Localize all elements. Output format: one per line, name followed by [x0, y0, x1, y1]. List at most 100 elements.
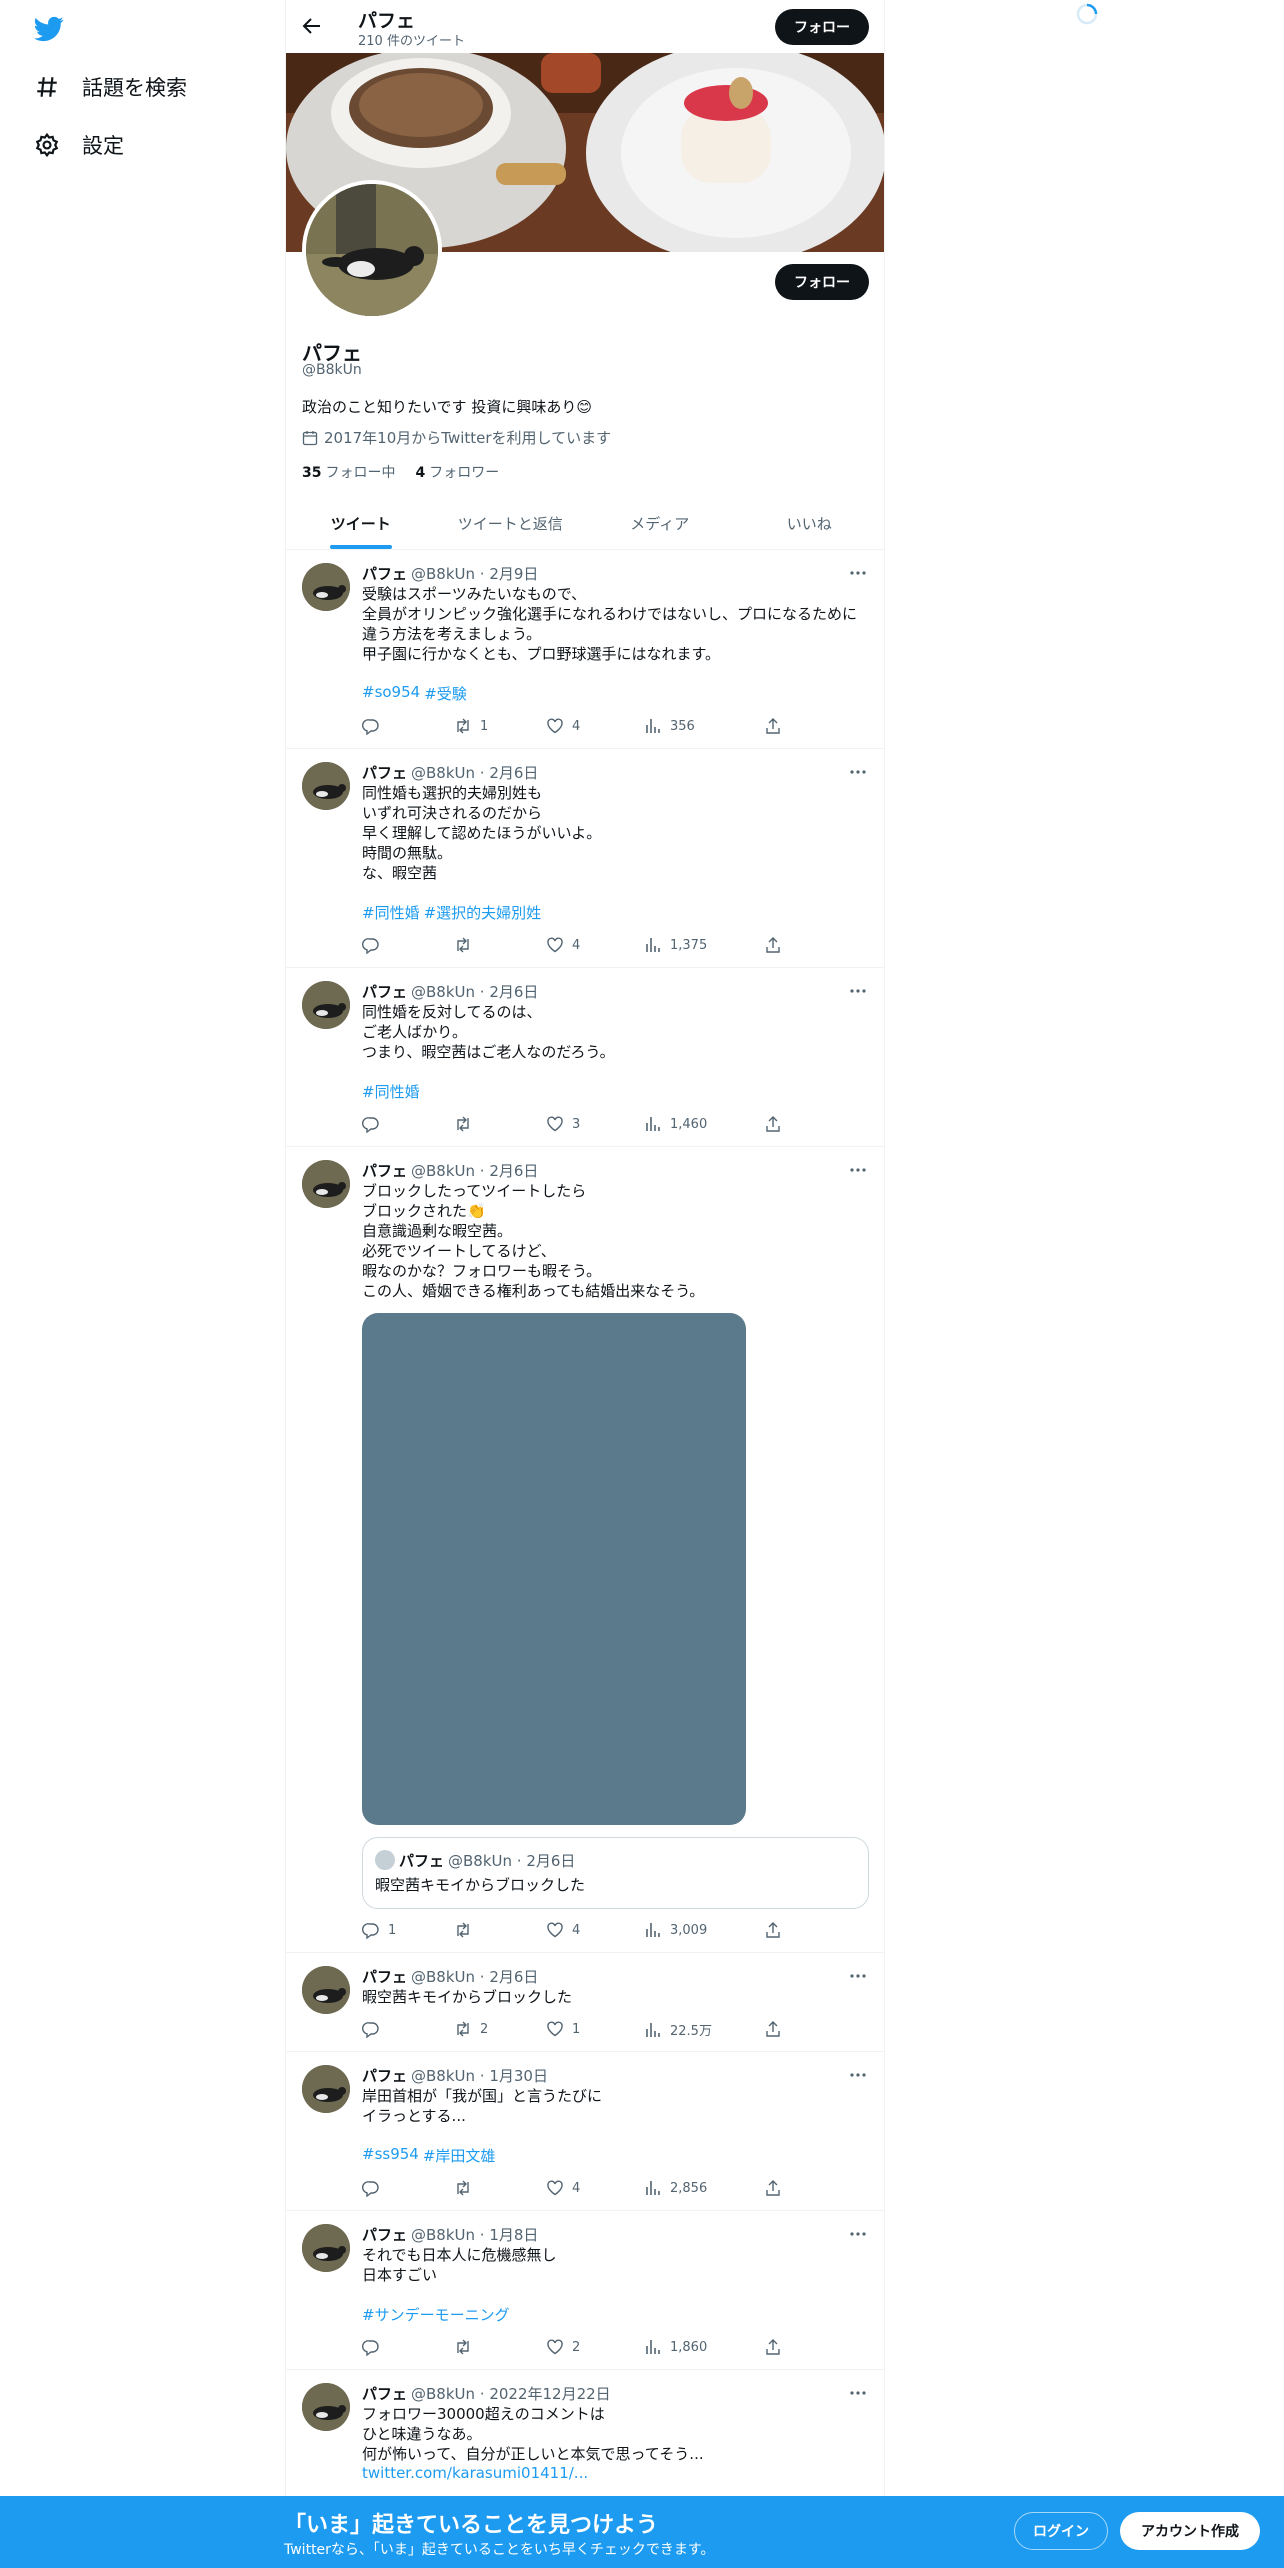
hashtag-link[interactable]: #ss954 — [362, 2145, 419, 2166]
tweet-avatar[interactable] — [302, 1160, 350, 1208]
tweet[interactable]: パフェ @B8kUn · 2月6日 同性婚を反対してるのは、 ご老人ばかり。 つま… — [286, 969, 884, 1147]
reply-button[interactable] — [362, 1115, 388, 1133]
hashtag-link[interactable]: #選択的夫婦別姓 — [424, 902, 542, 923]
retweet-button[interactable] — [454, 2179, 480, 2197]
tweet[interactable]: パフェ @B8kUn · 2月6日 暇空茜キモイからブロックした 2 1 22.5… — [286, 1954, 884, 2052]
more-icon[interactable] — [848, 563, 868, 583]
tweet-avatar[interactable] — [302, 2383, 350, 2431]
views-button[interactable]: 22.5万 — [644, 2020, 712, 2039]
share-button[interactable] — [764, 1115, 782, 1133]
tweet-author[interactable]: パフェ — [362, 2224, 407, 2245]
share-button[interactable] — [764, 936, 782, 954]
share-button[interactable] — [764, 2179, 782, 2197]
more-icon[interactable] — [848, 2065, 868, 2085]
more-icon[interactable] — [848, 762, 868, 782]
more-icon[interactable] — [848, 2224, 868, 2244]
reply-button[interactable] — [362, 2179, 388, 2197]
twitter-logo-icon[interactable] — [34, 14, 64, 44]
tweet-avatar[interactable] — [302, 762, 350, 810]
views-button[interactable]: 1,860 — [644, 2338, 707, 2356]
like-button[interactable]: 4 — [546, 717, 580, 735]
nav-settings[interactable]: 設定 — [34, 130, 124, 160]
reply-button[interactable] — [362, 2020, 388, 2038]
reply-button[interactable] — [362, 717, 388, 735]
tweet-author[interactable]: パフェ — [362, 1966, 407, 1987]
tweet-meta[interactable]: @B8kUn · 2月6日 — [411, 1160, 538, 1181]
tweet-avatar[interactable] — [302, 2065, 350, 2113]
hashtag-link[interactable]: #同性婚 — [362, 1081, 420, 1102]
more-icon[interactable] — [848, 1160, 868, 1180]
tweet-link[interactable]: twitter.com/karasumi01411/... — [362, 2464, 588, 2482]
tweet-meta[interactable]: @B8kUn · 2月6日 — [411, 1966, 538, 1987]
like-button[interactable]: 4 — [546, 1921, 580, 1939]
quoted-tweet[interactable]: パフェ @B8kUn · 2月6日 暇空茜キモイからブロックした — [362, 1837, 869, 1909]
tweet[interactable]: パフェ @B8kUn · 1月8日 それでも日本人に危機感無し 日本すごい #サン… — [286, 2212, 884, 2370]
retweet-button[interactable] — [454, 1921, 480, 1939]
hashtag-link[interactable]: #同性婚 — [362, 902, 420, 923]
following-link[interactable]: 35 フォロー中 — [302, 462, 395, 482]
tweet[interactable]: パフェ @B8kUn · 2月6日 同性婚も選択的夫婦別姓も いずれ可決されるのだ… — [286, 750, 884, 968]
tweet-author[interactable]: パフェ — [362, 762, 407, 783]
share-button[interactable] — [764, 2338, 782, 2356]
views-button[interactable]: 2,856 — [644, 2179, 707, 2197]
tweet-avatar[interactable] — [302, 2224, 350, 2272]
tweet-author[interactable]: パフェ — [362, 1160, 407, 1181]
signup-button[interactable]: アカウント作成 — [1120, 2512, 1260, 2550]
login-button[interactable]: ログイン — [1014, 2512, 1108, 2550]
retweet-button[interactable] — [454, 2338, 480, 2356]
views-button[interactable]: 356 — [644, 717, 695, 735]
tweet-author[interactable]: パフェ — [362, 2383, 407, 2404]
like-button[interactable]: 2 — [546, 2338, 580, 2356]
hashtag-link[interactable]: #サンデーモーニング — [362, 2304, 510, 2325]
tab-media[interactable]: メディア — [585, 497, 735, 549]
back-arrow-icon[interactable] — [300, 14, 324, 38]
tweet-author[interactable]: パフェ — [362, 981, 407, 1002]
tweet-meta[interactable]: @B8kUn · 2022年12月22日 — [411, 2383, 611, 2404]
retweet-button[interactable]: 2 — [454, 2020, 488, 2038]
tweet[interactable]: パフェ @B8kUn · 1月30日 岸田首相が「我が国」と言うたびに イラっとす… — [286, 2053, 884, 2211]
retweet-button[interactable] — [454, 1115, 480, 1133]
tweet-meta[interactable]: @B8kUn · 2月6日 — [411, 762, 538, 783]
tweet-avatar[interactable] — [302, 981, 350, 1029]
followers-link[interactable]: 4 フォロワー — [415, 462, 499, 482]
tweet-avatar[interactable] — [302, 1966, 350, 2014]
tweet-meta[interactable]: @B8kUn · 1月8日 — [411, 2224, 538, 2245]
tweet-author[interactable]: パフェ — [362, 2065, 407, 2086]
tab-likes[interactable]: いいね — [735, 497, 885, 549]
tweet[interactable]: パフェ @B8kUn · 2月9日 受験はスポーツみたいなもので、 全員がオリンピ… — [286, 551, 884, 749]
tweet-media[interactable] — [362, 1313, 746, 1825]
header-follow-button[interactable]: フォロー — [775, 9, 869, 45]
reply-button[interactable] — [362, 2338, 388, 2356]
tweet-meta[interactable]: @B8kUn · 2月6日 — [411, 981, 538, 1002]
tab-tweets[interactable]: ツイート — [286, 497, 436, 549]
more-icon[interactable] — [848, 981, 868, 1001]
tweet[interactable]: パフェ @B8kUn · 2月6日 ブロックしたってツイートしたら ブロックされた… — [286, 1148, 884, 1953]
tweet-avatar[interactable] — [302, 563, 350, 611]
tweet-meta[interactable]: @B8kUn · 2月9日 — [411, 563, 538, 584]
profile-avatar[interactable] — [302, 180, 442, 320]
like-button[interactable]: 4 — [546, 2179, 580, 2197]
share-button[interactable] — [764, 717, 782, 735]
reply-button[interactable]: 1 — [362, 1921, 396, 1939]
like-button[interactable]: 1 — [546, 2020, 580, 2038]
like-button[interactable]: 4 — [546, 936, 580, 954]
profile-follow-button[interactable]: フォロー — [775, 264, 869, 300]
views-button[interactable]: 1,375 — [644, 936, 707, 954]
views-button[interactable]: 3,009 — [644, 1921, 707, 1939]
retweet-button[interactable]: 1 — [454, 717, 488, 735]
hashtag-link[interactable]: #受験 — [424, 683, 467, 704]
nav-explore[interactable]: 話題を検索 — [34, 72, 187, 102]
more-icon[interactable] — [848, 1966, 868, 1986]
tweet-author[interactable]: パフェ — [362, 563, 407, 584]
hashtag-link[interactable]: #岸田文雄 — [423, 2145, 496, 2166]
reply-button[interactable] — [362, 936, 388, 954]
views-button[interactable]: 1,460 — [644, 1115, 707, 1133]
tweet-meta[interactable]: @B8kUn · 1月30日 — [411, 2065, 548, 2086]
hashtag-link[interactable]: #so954 — [362, 683, 420, 704]
tab-tweets-replies[interactable]: ツイートと返信 — [436, 497, 586, 549]
share-button[interactable] — [764, 1921, 782, 1939]
retweet-button[interactable] — [454, 936, 480, 954]
like-button[interactable]: 3 — [546, 1115, 580, 1133]
more-icon[interactable] — [848, 2383, 868, 2403]
share-button[interactable] — [764, 2020, 782, 2038]
